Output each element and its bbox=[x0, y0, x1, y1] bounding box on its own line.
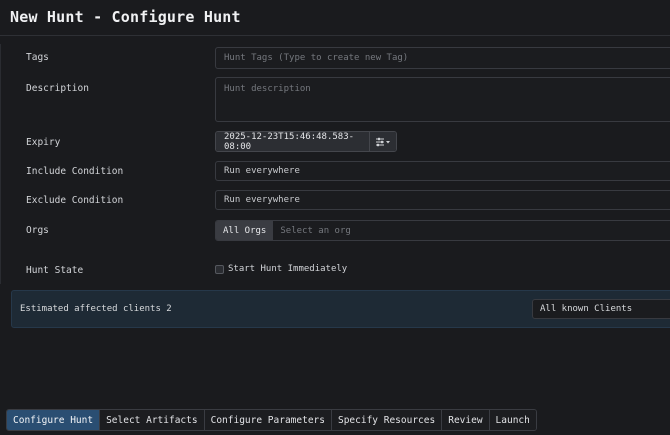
tags-label: Tags bbox=[26, 52, 49, 63]
orgs-group: All Orgs Select an org bbox=[215, 220, 670, 241]
tags-input[interactable]: Hunt Tags (Type to create new Tag) bbox=[215, 47, 670, 69]
exclude-condition-value: Run everywhere bbox=[224, 195, 300, 205]
tags-placeholder: Hunt Tags (Type to create new Tag) bbox=[224, 53, 409, 63]
exclude-condition-select[interactable]: Run everywhere bbox=[215, 190, 670, 210]
tab-configure-parameters[interactable]: Configure Parameters bbox=[204, 410, 332, 430]
hunt-state-label: Hunt State bbox=[26, 265, 84, 276]
all-orgs-button[interactable]: All Orgs bbox=[216, 221, 274, 240]
start-hunt-option: Start Hunt Immediately bbox=[215, 264, 347, 274]
orgs-select-input[interactable]: Select an org bbox=[273, 221, 670, 240]
include-condition-select[interactable]: Run everywhere bbox=[215, 161, 670, 181]
tab-specify-resources[interactable]: Specify Resources bbox=[331, 410, 443, 430]
description-placeholder: Hunt description bbox=[224, 84, 311, 94]
page-header: New Hunt - Configure Hunt bbox=[0, 0, 670, 36]
include-condition-label: Include Condition bbox=[26, 166, 124, 177]
expiry-label: Expiry bbox=[26, 137, 61, 148]
estimate-banner: Estimated affected clients 2 All known C… bbox=[11, 290, 670, 328]
include-condition-value: Run everywhere bbox=[224, 166, 300, 176]
wizard-tabs: Configure Hunt Select Artifacts Configur… bbox=[6, 409, 537, 431]
description-label: Description bbox=[26, 83, 89, 94]
orgs-label: Orgs bbox=[26, 225, 49, 236]
start-hunt-label[interactable]: Start Hunt Immediately bbox=[228, 264, 347, 274]
exclude-condition-label: Exclude Condition bbox=[26, 195, 124, 206]
start-hunt-checkbox[interactable] bbox=[215, 264, 224, 274]
tab-review[interactable]: Review bbox=[442, 410, 490, 430]
tab-configure-hunt[interactable]: Configure Hunt bbox=[7, 410, 101, 430]
sliders-icon bbox=[376, 137, 390, 146]
tab-select-artifacts[interactable]: Select Artifacts bbox=[100, 410, 205, 430]
expiry-options-button[interactable] bbox=[370, 132, 396, 151]
expiry-group: 2025-12-23T15:46:48.583-08:00 bbox=[215, 131, 397, 152]
form-left-border bbox=[0, 44, 1, 284]
tab-launch[interactable]: Launch bbox=[489, 410, 536, 430]
estimate-text: Estimated affected clients 2 bbox=[20, 304, 172, 314]
client-scope-select[interactable]: All known Clients bbox=[532, 299, 670, 319]
description-textarea[interactable]: Hunt description bbox=[215, 77, 670, 122]
page-title: New Hunt - Configure Hunt bbox=[10, 8, 241, 26]
expiry-input[interactable]: 2025-12-23T15:46:48.583-08:00 bbox=[216, 132, 370, 151]
